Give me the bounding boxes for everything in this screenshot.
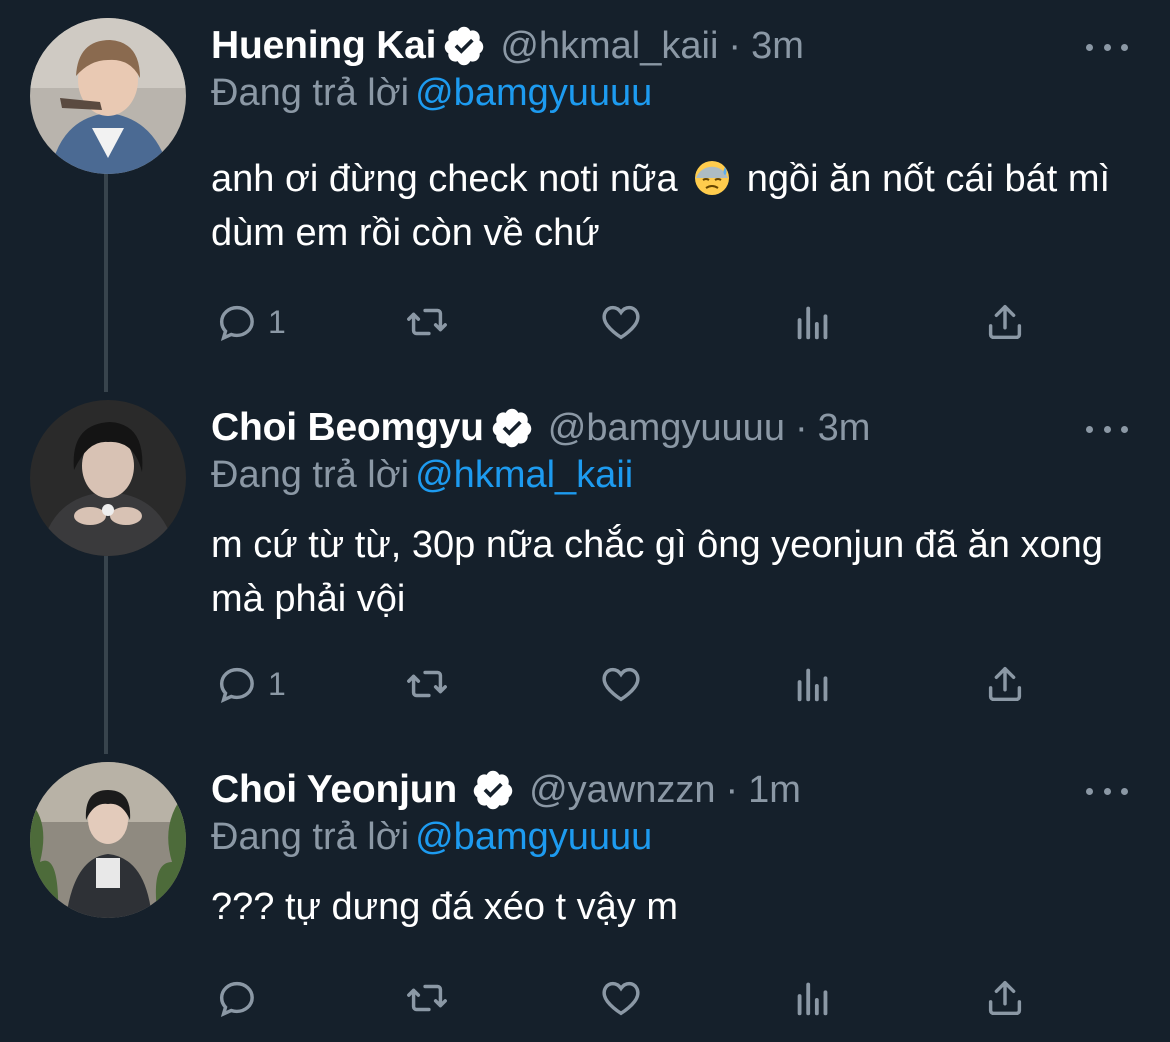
analytics-button[interactable] <box>790 298 836 346</box>
action-bar <box>0 974 1170 1022</box>
tweet-text: anh ơi đừng check noti nữa ngồi ăn nốt c… <box>211 152 1151 260</box>
separator: · <box>728 24 742 67</box>
analytics-icon <box>797 982 828 1016</box>
reply-icon <box>219 667 254 704</box>
share-button[interactable] <box>982 298 1028 346</box>
reply-button[interactable]: 1 <box>214 298 286 346</box>
separator: · <box>794 406 808 449</box>
retweet-button[interactable] <box>404 298 450 346</box>
avatar[interactable] <box>30 400 186 556</box>
share-button[interactable] <box>982 660 1028 708</box>
tweet[interactable]: Choi Beomgyu @bamgyuuuu · 3m Đang trả lờ… <box>0 400 1170 720</box>
author-handle[interactable]: @hkmal_kaii <box>500 25 718 68</box>
tweet-text-part: anh ơi đừng check noti nữa <box>211 158 678 200</box>
author-handle[interactable]: @yawnzzn <box>529 769 715 812</box>
action-bar: 1 <box>0 298 1170 346</box>
tweet-text: ??? tự dưng đá xéo t vậy m <box>211 886 679 928</box>
avatar[interactable] <box>30 762 186 918</box>
retweet-button[interactable] <box>404 660 450 708</box>
like-button[interactable] <box>598 974 644 1022</box>
reply-count: 1 <box>268 665 286 702</box>
verified-icon <box>471 768 515 812</box>
tweet-header: Choi Beomgyu @bamgyuuuu · 3m <box>211 400 870 456</box>
tweet-header: Huening Kai @hkmal_kaii · 3m <box>211 18 804 74</box>
share-button[interactable] <box>982 974 1028 1022</box>
timestamp[interactable]: 1m <box>748 769 801 812</box>
analytics-button[interactable] <box>790 660 836 708</box>
analytics-button[interactable] <box>790 974 836 1022</box>
mention-link[interactable]: @bamgyuuuu <box>415 72 652 114</box>
author-name[interactable]: Choi Yeonjun <box>211 768 457 812</box>
author-name[interactable]: Huening Kai <box>211 24 437 68</box>
share-icon <box>988 304 1022 340</box>
reply-icon <box>219 981 254 1018</box>
more-icon[interactable] <box>1086 414 1128 444</box>
replying-label: Đang trả lời <box>211 816 410 858</box>
timestamp[interactable]: 3m <box>818 407 871 450</box>
like-button[interactable] <box>598 298 644 346</box>
avatar[interactable] <box>30 18 186 174</box>
sweat-emoji <box>692 157 732 197</box>
mention-link[interactable]: @bamgyuuuu <box>415 816 652 858</box>
replying-to: Đang trả lời @bamgyuuuu <box>211 816 652 859</box>
reply-button[interactable]: 1 <box>214 660 286 708</box>
replying-label: Đang trả lời <box>211 454 410 496</box>
like-icon <box>602 981 640 1016</box>
share-icon <box>988 980 1022 1016</box>
tweet[interactable]: Huening Kai @hkmal_kaii · 3m Đang trả lờ… <box>0 18 1170 358</box>
more-icon[interactable] <box>1086 776 1128 806</box>
retweet-button[interactable] <box>404 974 450 1022</box>
separator: · <box>725 768 739 811</box>
retweet-icon <box>407 984 447 1012</box>
reply-icon <box>219 305 254 342</box>
replying-to: Đang trả lời @hkmal_kaii <box>211 454 633 497</box>
tweet[interactable]: Choi Yeonjun @yawnzzn · 1m Đang trả lời @… <box>0 762 1170 1032</box>
action-bar: 1 <box>0 660 1170 708</box>
like-button[interactable] <box>598 660 644 708</box>
analytics-icon <box>797 668 828 702</box>
verified-icon <box>442 24 486 68</box>
verified-icon <box>490 406 534 450</box>
author-name[interactable]: Choi Beomgyu <box>211 406 484 450</box>
mention-link[interactable]: @hkmal_kaii <box>415 454 633 496</box>
analytics-icon <box>797 306 828 340</box>
more-icon[interactable] <box>1086 32 1128 62</box>
reply-button[interactable] <box>214 974 268 1022</box>
retweet-icon <box>407 670 447 698</box>
author-handle[interactable]: @bamgyuuuu <box>548 407 785 450</box>
tweet-header: Choi Yeonjun @yawnzzn · 1m <box>211 762 801 818</box>
like-icon <box>602 305 640 340</box>
reply-count: 1 <box>268 303 286 340</box>
replying-label: Đang trả lời <box>211 72 410 114</box>
replying-to: Đang trả lời @bamgyuuuu <box>211 72 652 115</box>
tweet-text: m cứ từ từ, 30p nữa chắc gì ông yeonjun … <box>211 524 1103 620</box>
like-icon <box>602 667 640 702</box>
timestamp[interactable]: 3m <box>751 25 804 68</box>
share-icon <box>988 666 1022 702</box>
retweet-icon <box>407 308 447 336</box>
